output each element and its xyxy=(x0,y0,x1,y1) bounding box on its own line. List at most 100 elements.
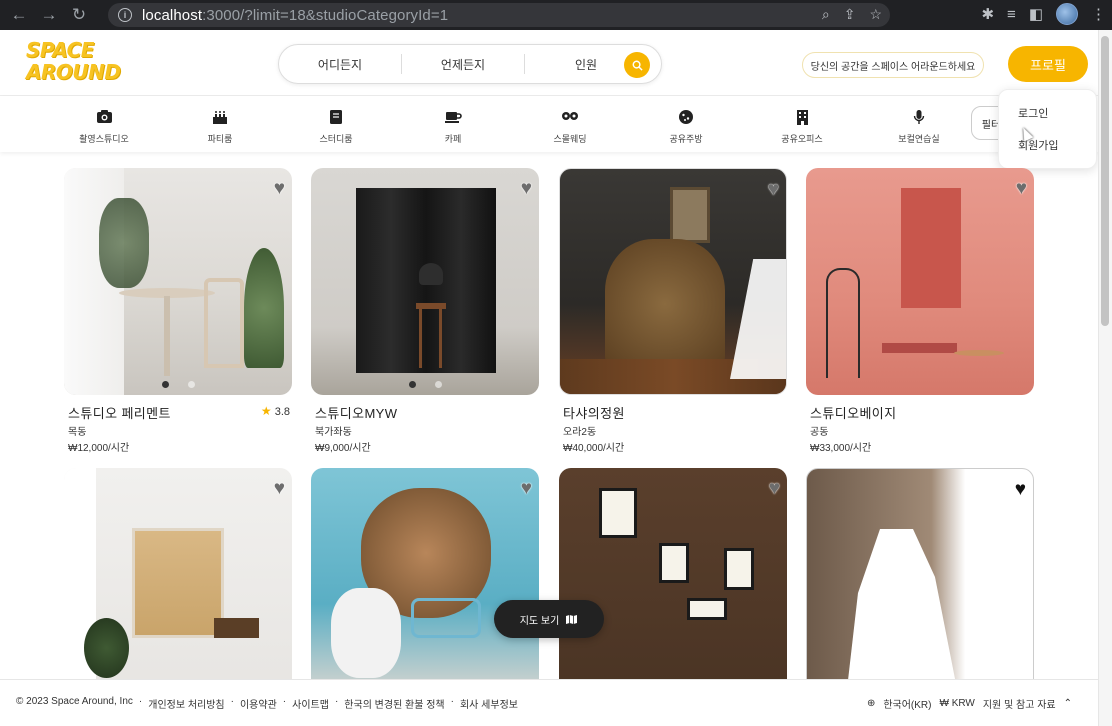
reload-icon[interactable]: ↻ xyxy=(66,2,92,28)
listing-price: ₩12,000/시간 xyxy=(68,443,130,454)
category-studyroom[interactable]: 스터디룸 xyxy=(286,109,386,145)
heart-icon[interactable]: ♥ xyxy=(274,179,285,198)
listing-photo[interactable]: ♥ xyxy=(559,468,787,695)
listing-photo[interactable]: ♥ xyxy=(311,168,539,395)
carousel-dots[interactable] xyxy=(162,381,195,388)
listing-card[interactable]: ♥ 스튜디오베이지 공동 ₩33,000/시간 xyxy=(806,168,1034,454)
sitemap-link[interactable]: 사이트맵 xyxy=(292,696,329,711)
forward-icon[interactable]: → xyxy=(36,2,62,28)
light-panel xyxy=(724,548,754,590)
category-partyroom[interactable]: 파티룸 xyxy=(170,109,270,145)
category-bar: 촬영스튜디오 파티룸 스터디룸 카페 스몰웨딩 공유주방 공유오피스 보컬연습실… xyxy=(0,96,1098,152)
privacy-policy-link[interactable]: 개인정보 처리방침 xyxy=(148,696,224,711)
heart-icon[interactable]: ♥ xyxy=(274,479,285,498)
building-icon xyxy=(752,109,852,127)
category-label: 파티룸 xyxy=(207,134,233,144)
listing-card[interactable]: ♥ xyxy=(64,468,292,695)
search-when[interactable]: 언제든지 xyxy=(402,56,524,73)
search-where[interactable]: 어디든지 xyxy=(279,56,401,73)
become-host-link[interactable]: 당신의 공간을 스페이스 어라운드하세요 xyxy=(802,52,984,78)
category-vocalroom[interactable]: 보컬연습실 xyxy=(869,109,969,145)
carousel-dot[interactable] xyxy=(162,381,169,388)
white-cutout xyxy=(730,259,786,379)
separator: · xyxy=(230,696,234,707)
carousel-dots[interactable] xyxy=(409,381,442,388)
heart-icon[interactable]: ♥ xyxy=(768,180,779,199)
listing-card[interactable]: ♥ xyxy=(559,468,787,695)
separator: · xyxy=(138,696,143,707)
listing-card[interactable]: ♥ xyxy=(311,468,539,695)
carousel-dot[interactable] xyxy=(435,381,442,388)
listing-photo[interactable]: ♥ xyxy=(64,468,292,695)
listing-photo[interactable]: ♥ xyxy=(311,468,539,695)
site-logo[interactable]: SPACE AROUND xyxy=(26,39,121,83)
chair-seat xyxy=(419,263,443,285)
search-bar[interactable]: 어디든지 언제든지 인원 xyxy=(278,44,662,84)
support-link[interactable]: 지원 및 참고 자료 xyxy=(983,696,1056,711)
plant-left xyxy=(99,198,149,288)
search-button[interactable] xyxy=(624,52,650,78)
heart-icon[interactable]: ♥ xyxy=(521,179,532,198)
listing-photo[interactable]: ♥ xyxy=(559,168,787,395)
separator: · xyxy=(450,696,454,707)
zoom-icon[interactable]: ⌕ xyxy=(822,6,830,23)
address-bar[interactable]: i localhost:3000/?limit=18&studioCategor… xyxy=(108,3,890,27)
light-panel xyxy=(659,543,689,583)
login-menu-item[interactable]: 로그인 xyxy=(1018,105,1048,121)
listing-photo[interactable]: ♥ xyxy=(64,168,292,395)
category-sharedkitchen[interactable]: 공유주방 xyxy=(636,109,736,145)
carousel-dot[interactable] xyxy=(409,381,416,388)
heart-icon[interactable]: ♥ xyxy=(769,479,780,498)
book-icon xyxy=(286,109,386,127)
listing-card[interactable]: ♥ 스튜디오MYW 북가좌동 ₩9,000/시간 xyxy=(311,168,539,454)
chevron-up-icon[interactable]: ⌃ xyxy=(1064,698,1072,709)
listing-price: ₩9,000/시간 xyxy=(315,443,371,454)
listing-card[interactable]: ♥ 타샤의정원 오라2동 ₩40,000/시간 xyxy=(559,168,787,454)
url-text[interactable]: localhost:3000/?limit=18&studioCategoryI… xyxy=(142,7,448,24)
listing-photo[interactable]: ♥ xyxy=(806,468,1034,695)
rating-value: 3.8 xyxy=(274,406,290,418)
currency-selector[interactable]: ₩ KRW xyxy=(939,698,974,709)
site-header: SPACE AROUND 어디든지 언제든지 인원 당신의 공간을 스페이스 어… xyxy=(0,30,1098,96)
browser-profile-avatar[interactable] xyxy=(1056,3,1078,25)
category-studio[interactable]: 촬영스튜디오 xyxy=(54,109,154,145)
map-view-button[interactable]: 지도 보기 xyxy=(494,600,604,638)
share-icon[interactable]: ⇪ xyxy=(844,6,856,23)
profile-button[interactable]: 프로필 xyxy=(1008,46,1088,82)
listing-card[interactable]: ♥ 스튜디오 페리멘트 ★ 3.8 목동 ₩12,000/시간 xyxy=(64,168,292,454)
listing-card[interactable]: ♥ xyxy=(806,468,1034,695)
blue-chair xyxy=(411,598,481,638)
scrollbar-thumb[interactable] xyxy=(1101,36,1109,326)
site-info-icon[interactable]: i xyxy=(118,8,132,22)
separator: · xyxy=(334,696,339,707)
light-panel xyxy=(599,488,637,538)
carousel-dot[interactable] xyxy=(188,381,195,388)
media-control-icon[interactable]: ≡ xyxy=(1007,6,1016,23)
category-cafe[interactable]: 카페 xyxy=(403,109,503,145)
clothes-rack xyxy=(826,268,860,378)
listing-price: ₩33,000/시간 xyxy=(810,443,872,454)
company-details-link[interactable]: 회사 세부정보 xyxy=(460,696,518,711)
terms-link[interactable]: 이용약관 xyxy=(240,696,277,711)
category-label: 공유주방 xyxy=(669,134,703,144)
browser-toolbar: ← → ↻ i localhost:3000/?limit=18&studioC… xyxy=(0,0,1112,30)
heart-icon[interactable]: ♥ xyxy=(1015,480,1026,499)
menu-kebab-icon[interactable]: ⋮ xyxy=(1091,5,1106,23)
refund-policy-link[interactable]: 한국의 변경된 환불 정책 xyxy=(344,696,444,711)
extensions-icon[interactable]: ✱ xyxy=(981,5,994,23)
microphone-icon xyxy=(869,109,969,127)
site-footer: © 2023 Space Around, Inc · 개인정보 처리방침 · 이… xyxy=(0,679,1098,726)
side-panel-icon[interactable]: ◧ xyxy=(1029,5,1043,23)
heart-icon[interactable]: ♥ xyxy=(1016,179,1027,198)
listing-photo[interactable]: ♥ xyxy=(806,168,1034,395)
heart-icon[interactable]: ♥ xyxy=(521,479,532,498)
armchair xyxy=(605,239,725,369)
chair xyxy=(204,278,244,368)
category-smallwedding[interactable]: 스몰웨딩 xyxy=(520,109,620,145)
wall-frame xyxy=(670,187,710,243)
category-sharedoffice[interactable]: 공유오피스 xyxy=(752,109,852,145)
bookmark-star-icon[interactable]: ☆ xyxy=(869,6,882,23)
star-icon: ★ xyxy=(260,404,272,418)
language-selector[interactable]: 한국어(KR) xyxy=(883,696,931,711)
back-icon[interactable]: ← xyxy=(6,2,32,28)
